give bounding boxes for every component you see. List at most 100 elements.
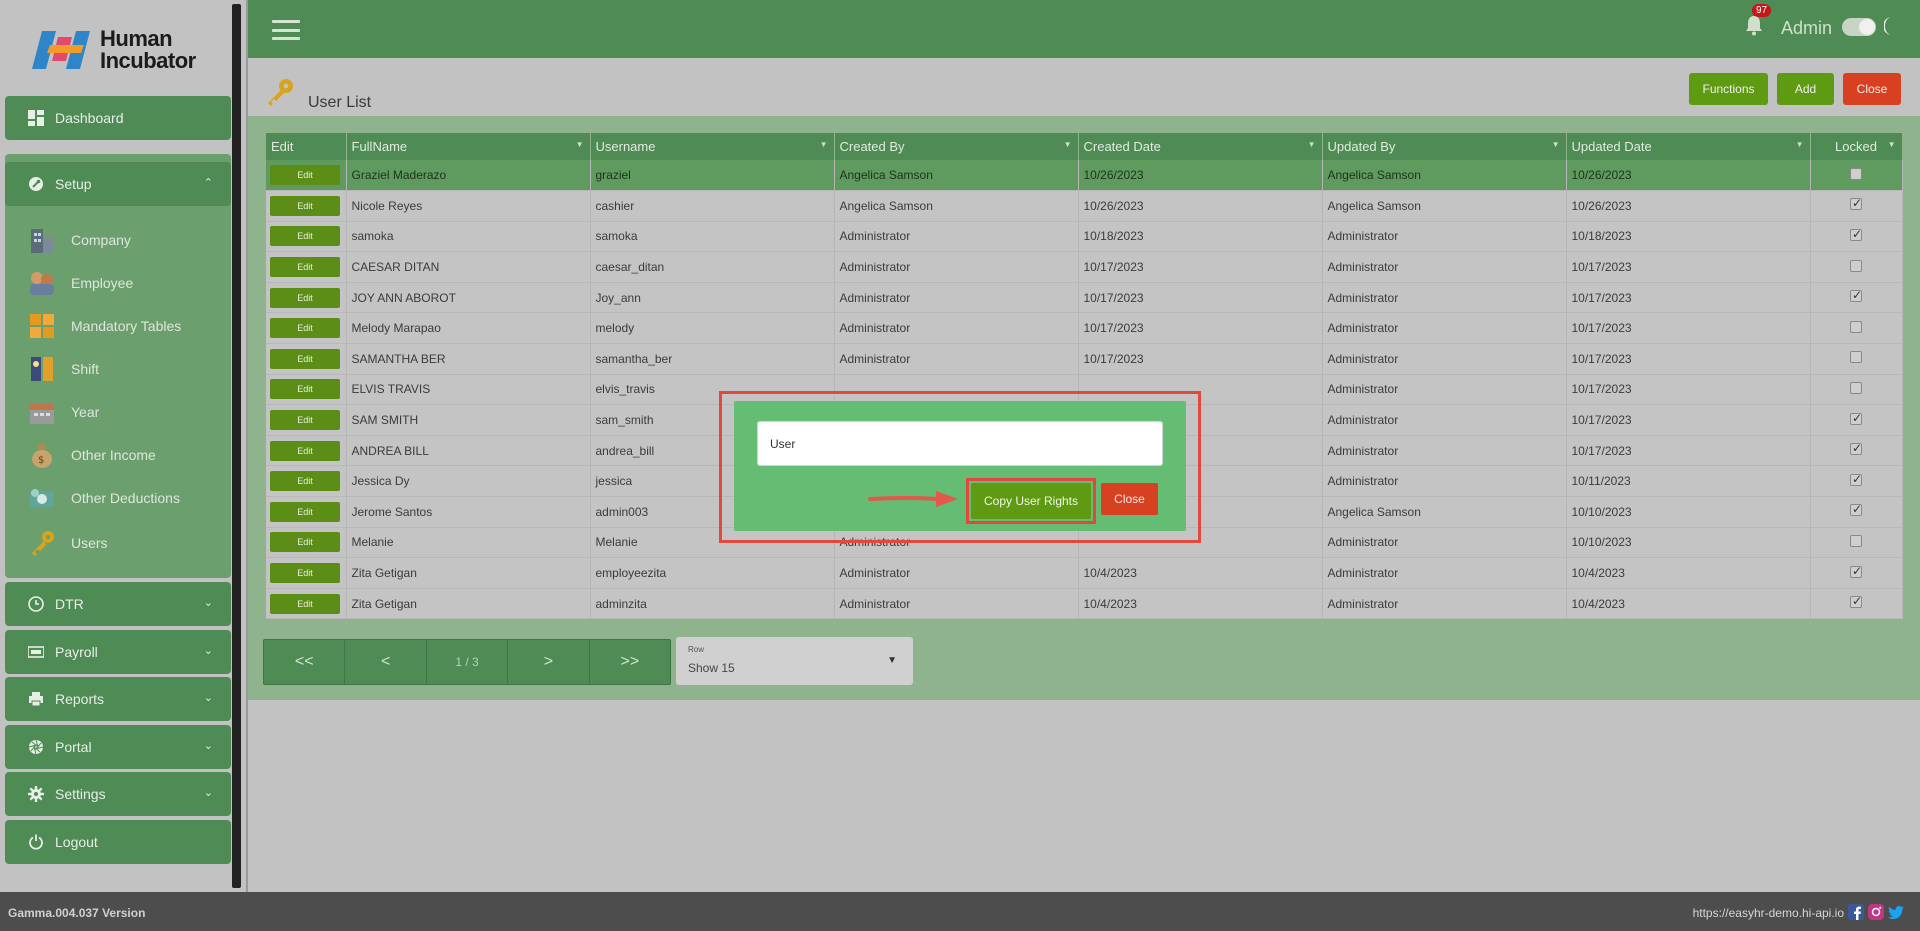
menu-icon[interactable] <box>272 20 300 40</box>
nav-setup[interactable]: Setup ⌃ <box>5 162 231 206</box>
sidebar-item-shift[interactable]: Shift <box>27 354 99 384</box>
edit-row-button[interactable]: Edit <box>270 440 340 461</box>
locked-checkbox[interactable] <box>1850 472 1862 486</box>
page-indicator: 1 / 3 <box>427 640 509 684</box>
edit-row-button[interactable]: Edit <box>270 348 340 369</box>
filter-icon[interactable]: ▼ <box>1552 140 1560 149</box>
notification-badge: 97 <box>1752 4 1772 17</box>
locked-checkbox[interactable] <box>1850 534 1862 547</box>
edit-row-button[interactable]: Edit <box>270 226 340 247</box>
table-row[interactable]: Edit Melody Marapao melody Administrator 10/… <box>266 312 1903 345</box>
updated-by-cell: Angelica Samson <box>1322 496 1567 528</box>
user-name[interactable]: Admin <box>1781 18 1832 39</box>
filter-icon[interactable]: ▼ <box>1064 140 1072 149</box>
facebook-icon[interactable] <box>1848 904 1864 920</box>
locked-checkbox[interactable] <box>1850 441 1862 456</box>
nav-logout[interactable]: Logout <box>5 820 231 864</box>
edit-cell: Edit <box>266 343 347 375</box>
next-page-button[interactable]: > <box>508 640 590 684</box>
sidebar-scrollbar[interactable] <box>232 4 241 888</box>
footer-url[interactable]: https://easyhr-demo.hi-api.io <box>1693 906 1844 920</box>
column-header-locked[interactable]: Locked ▼ <box>1810 133 1903 160</box>
prev-page-button[interactable]: < <box>345 640 427 684</box>
edit-row-button[interactable]: Edit <box>270 195 340 216</box>
user-input[interactable] <box>757 421 1163 466</box>
nav-payroll[interactable]: Payroll ⌄ <box>5 630 231 674</box>
instagram-icon[interactable] <box>1868 904 1884 920</box>
locked-checkbox[interactable] <box>1850 320 1862 333</box>
edit-row-button[interactable]: Edit <box>270 563 340 584</box>
brand-logo[interactable]: Human Incubator <box>32 26 196 74</box>
sidebar-item-mandatory-tables[interactable]: Mandatory Tables <box>27 311 181 341</box>
locked-checkbox[interactable] <box>1850 196 1862 211</box>
sidebar-item-label: Year <box>71 404 100 420</box>
rows-per-page-select[interactable]: Row Show 15 ▼ <box>676 637 913 685</box>
locked-checkbox[interactable] <box>1850 259 1862 272</box>
locked-checkbox[interactable] <box>1850 594 1862 609</box>
table-row[interactable]: Edit CAESAR DITAN caesar_ditan Administrato… <box>266 251 1903 283</box>
filter-icon[interactable]: ▼ <box>576 140 584 149</box>
sidebar-item-employee[interactable]: Employee <box>27 268 133 298</box>
updated-date-cell: 10/18/2023 <box>1566 221 1811 253</box>
edit-row-button[interactable]: Edit <box>270 379 340 400</box>
nav-settings[interactable]: Settings ⌄ <box>5 772 231 816</box>
twitter-icon[interactable] <box>1888 904 1904 920</box>
locked-checkbox[interactable] <box>1850 288 1862 303</box>
bell-icon[interactable] <box>1744 14 1764 36</box>
edit-row-button[interactable]: Edit <box>270 593 340 614</box>
column-header-fullname[interactable]: FullName ▼ <box>346 133 591 160</box>
sidebar-item-year[interactable]: Year <box>27 397 99 427</box>
table-row[interactable]: Edit Nicole Reyes cashier Angelica Samson 10… <box>266 190 1903 222</box>
column-header-created-by[interactable]: Created By ▼ <box>834 133 1079 160</box>
edit-row-button[interactable]: Edit <box>270 318 340 339</box>
sidebar-item-company[interactable]: Company <box>27 225 131 255</box>
nav-dashboard[interactable]: Dashboard <box>5 96 231 140</box>
updated-by-cell: Administrator <box>1322 312 1567 345</box>
nav-portal[interactable]: Portal ⌄ <box>5 725 231 769</box>
column-header-updated-by[interactable]: Updated By ▼ <box>1322 133 1567 160</box>
filter-icon[interactable]: ▼ <box>820 140 828 149</box>
sidebar-item-other-deductions[interactable]: Other Deductions <box>27 483 180 513</box>
locked-checkbox[interactable] <box>1850 227 1862 241</box>
locked-checkbox[interactable] <box>1850 564 1862 578</box>
modal-close-button[interactable]: Close <box>1101 483 1158 515</box>
locked-checkbox[interactable] <box>1850 167 1862 180</box>
sidebar-item-other-income[interactable]: $ Other Income <box>27 440 156 470</box>
table-row[interactable]: Edit Graziel Maderazo graziel Angelica Sams… <box>266 160 1903 192</box>
version-label: Gamma.004.037 Version <box>8 906 146 920</box>
theme-toggle[interactable] <box>1842 18 1876 36</box>
locked-checkbox[interactable] <box>1850 502 1862 517</box>
nav-dtr[interactable]: DTR ⌄ <box>5 582 231 626</box>
edit-row-button[interactable]: Edit <box>270 532 340 553</box>
locked-checkbox[interactable] <box>1850 381 1862 394</box>
locked-checkbox[interactable] <box>1850 351 1862 364</box>
locked-checkbox[interactable] <box>1850 411 1862 425</box>
table-row[interactable]: Edit samoka samoka Administrator 10/18/2023 A… <box>266 221 1903 253</box>
column-header-updated-date[interactable]: Updated Date ▼ <box>1566 133 1811 160</box>
functions-button[interactable]: Functions <box>1689 73 1768 105</box>
fullname-cell: Jerome Santos <box>346 496 591 528</box>
column-header-edit[interactable]: Edit <box>266 133 347 160</box>
table-row[interactable]: Edit Zita Getigan adminzita Administrator 10… <box>266 588 1903 620</box>
filter-icon[interactable]: ▼ <box>1796 140 1804 149</box>
filter-icon[interactable]: ▼ <box>1888 140 1896 149</box>
table-row[interactable]: Edit SAMANTHA BER samantha_ber Administrato… <box>266 343 1903 375</box>
table-row[interactable]: Edit JOY ANN ABOROT Joy_ann Administrator 10… <box>266 282 1903 314</box>
edit-row-button[interactable]: Edit <box>270 165 340 186</box>
nav-reports[interactable]: Reports ⌄ <box>5 677 231 721</box>
add-button[interactable]: Add <box>1777 73 1834 105</box>
edit-row-button[interactable]: Edit <box>270 501 340 522</box>
edit-row-button[interactable]: Edit <box>270 410 340 431</box>
edit-row-button[interactable]: Edit <box>270 471 340 492</box>
close-button[interactable]: Close <box>1843 73 1901 105</box>
first-page-button[interactable]: << <box>264 640 346 684</box>
sidebar-item-users[interactable]: Users <box>27 528 108 558</box>
column-header-created-date[interactable]: Created Date ▼ <box>1078 133 1323 160</box>
edit-row-button[interactable]: Edit <box>270 257 340 278</box>
last-page-button[interactable]: >> <box>590 640 670 684</box>
table-row[interactable]: Edit Zita Getigan employeezita Administrato… <box>266 557 1903 589</box>
copy-user-rights-button[interactable]: Copy User Rights <box>971 483 1091 519</box>
filter-icon[interactable]: ▼ <box>1308 140 1316 149</box>
edit-row-button[interactable]: Edit <box>270 287 340 308</box>
column-header-username[interactable]: Username ▼ <box>590 133 835 160</box>
